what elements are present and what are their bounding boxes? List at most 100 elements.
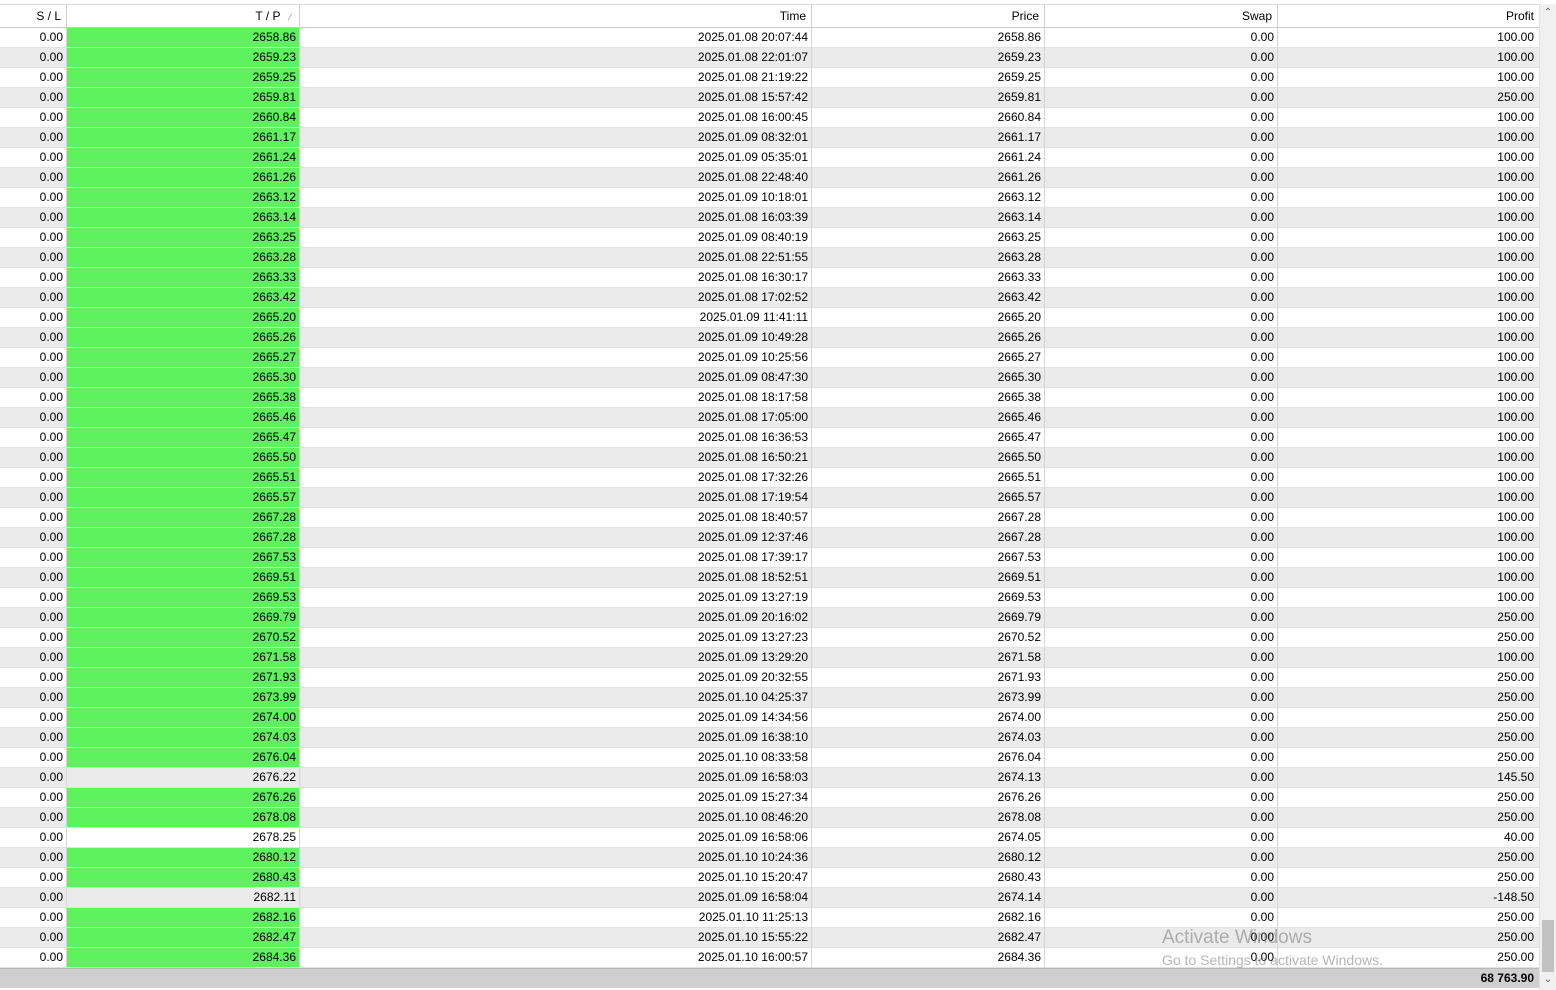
table-row[interactable]: 0.00 2671.58 2025.01.09 13:29:20 2671.58 0.0…: [0, 648, 1539, 668]
table-row[interactable]: 0.00 2665.20 2025.01.09 11:41:11 2665.20 0.0…: [0, 308, 1539, 328]
cell-price: 2665.26: [812, 328, 1045, 347]
table-row[interactable]: 0.00 2665.38 2025.01.08 18:17:58 2665.38 0.0…: [0, 388, 1539, 408]
table-row[interactable]: 0.00 2665.50 2025.01.08 16:50:21 2665.50 0.0…: [0, 448, 1539, 468]
column-header-price[interactable]: Price: [812, 5, 1045, 28]
table-row[interactable]: 0.00 2671.93 2025.01.09 20:32:55 2671.93 0.0…: [0, 668, 1539, 688]
table-row[interactable]: 0.00 2680.12 2025.01.10 10:24:36 2680.12 0.0…: [0, 848, 1539, 868]
table-row[interactable]: 0.00 2674.00 2025.01.09 14:34:56 2674.00 0.0…: [0, 708, 1539, 728]
column-header-tp[interactable]: T / P ⁄: [67, 5, 300, 28]
column-header-sl-label: S / L: [36, 9, 61, 23]
table-row[interactable]: 0.00 2673.99 2025.01.10 04:25:37 2673.99 0.0…: [0, 688, 1539, 708]
cell-swap: 0.00: [1045, 68, 1278, 87]
cell-sl: 0.00: [0, 688, 67, 707]
table-row[interactable]: 0.00 2667.53 2025.01.08 17:39:17 2667.53 0.0…: [0, 548, 1539, 568]
scroll-up-icon[interactable]: ⌃: [1540, 4, 1556, 21]
cell-profit: 250.00: [1497, 730, 1534, 744]
table-row[interactable]: 0.00 2676.04 2025.01.10 08:33:58 2676.04 0.0…: [0, 748, 1539, 768]
table-row[interactable]: 0.00 2682.47 2025.01.10 15:55:22 2682.47 0.0…: [0, 928, 1539, 948]
table-row[interactable]: 0.00 2684.36 2025.01.10 16:00:57 2684.36 0.0…: [0, 948, 1539, 968]
cell-profit: 250.00: [1497, 810, 1534, 824]
cell-swap: 0.00: [1045, 948, 1278, 967]
cell-time: 2025.01.08 17:19:54: [300, 488, 812, 507]
column-header-sl[interactable]: S / L: [0, 5, 67, 28]
cell-profit: 250.00: [1497, 670, 1534, 684]
cell-time: 2025.01.09 13:27:23: [300, 628, 812, 647]
table-row[interactable]: 0.00 2676.22 2025.01.09 16:58:03 2674.13 0.0…: [0, 768, 1539, 788]
table-row[interactable]: 0.00 2663.28 2025.01.08 22:51:55 2663.28 0.0…: [0, 248, 1539, 268]
table-row[interactable]: 0.00 2676.26 2025.01.09 15:27:34 2676.26 0.0…: [0, 788, 1539, 808]
cell-profit: 100.00: [1497, 70, 1534, 84]
cell-sl: 0.00: [0, 368, 67, 387]
table-row[interactable]: 0.00 2665.30 2025.01.09 08:47:30 2665.30 0.0…: [0, 368, 1539, 388]
cell-swap: 0.00: [1045, 468, 1278, 487]
cell-tp: 2665.30: [67, 368, 300, 387]
cell-profit: 100.00: [1497, 430, 1534, 444]
cell-profit: 100.00: [1497, 310, 1534, 324]
cell-price: 2661.17: [812, 128, 1045, 147]
scroll-down-icon[interactable]: ⌄: [1540, 971, 1556, 988]
cell-time: 2025.01.08 18:40:57: [300, 508, 812, 527]
table-row[interactable]: 0.00 2659.23 2025.01.08 22:01:07 2659.23 0.0…: [0, 48, 1539, 68]
column-header-swap[interactable]: Swap: [1045, 5, 1278, 28]
cell-price: 2667.28: [812, 508, 1045, 527]
cell-time: 2025.01.08 17:02:52: [300, 288, 812, 307]
cell-swap: 0.00: [1045, 408, 1278, 427]
table-row[interactable]: 0.00 2658.86 2025.01.08 20:07:44 2658.86 0.0…: [0, 28, 1539, 48]
cell-sl: 0.00: [0, 508, 67, 527]
cell-swap: 0.00: [1045, 28, 1278, 47]
column-header-tp-label: T / P: [255, 9, 281, 23]
table-row[interactable]: 0.00 2682.11 2025.01.09 16:58:04 2674.14 0.0…: [0, 888, 1539, 908]
cell-profit: 250.00: [1497, 90, 1534, 104]
table-row[interactable]: 0.00 2663.12 2025.01.09 10:18:01 2663.12 0.0…: [0, 188, 1539, 208]
table-row[interactable]: 0.00 2665.57 2025.01.08 17:19:54 2665.57 0.0…: [0, 488, 1539, 508]
table-row[interactable]: 0.00 2674.03 2025.01.09 16:38:10 2674.03 0.0…: [0, 728, 1539, 748]
cell-profit: 100.00: [1497, 650, 1534, 664]
table-row[interactable]: 0.00 2661.26 2025.01.08 22:48:40 2661.26 0.0…: [0, 168, 1539, 188]
column-header-profit[interactable]: Profit: [1278, 5, 1539, 28]
cell-tp: 2665.27: [67, 348, 300, 367]
cell-price: 2663.25: [812, 228, 1045, 247]
table-row[interactable]: 0.00 2682.16 2025.01.10 11:25:13 2682.16 0.0…: [0, 908, 1539, 928]
cell-swap: 0.00: [1045, 488, 1278, 507]
table-row[interactable]: 0.00 2678.25 2025.01.09 16:58:06 2674.05 0.0…: [0, 828, 1539, 848]
cell-price: 2682.47: [812, 928, 1045, 947]
cell-tp: 2663.12: [67, 188, 300, 207]
cell-swap: 0.00: [1045, 108, 1278, 127]
table-row[interactable]: 0.00 2659.81 2025.01.08 15:57:42 2659.81 0.0…: [0, 88, 1539, 108]
table-row[interactable]: 0.00 2665.47 2025.01.08 16:36:53 2665.47 0.0…: [0, 428, 1539, 448]
scrollbar-thumb[interactable]: [1542, 920, 1554, 972]
cell-sl: 0.00: [0, 628, 67, 647]
table-row[interactable]: 0.00 2661.17 2025.01.09 08:32:01 2661.17 0.0…: [0, 128, 1539, 148]
table-row[interactable]: 0.00 2665.51 2025.01.08 17:32:26 2665.51 0.0…: [0, 468, 1539, 488]
table-row[interactable]: 0.00 2663.25 2025.01.09 08:40:19 2663.25 0.0…: [0, 228, 1539, 248]
table-row[interactable]: 0.00 2669.51 2025.01.08 18:52:51 2669.51 0.0…: [0, 568, 1539, 588]
cell-time: 2025.01.09 14:34:56: [300, 708, 812, 727]
cell-price: 2663.33: [812, 268, 1045, 287]
table-row[interactable]: 0.00 2660.84 2025.01.08 16:00:45 2660.84 0.0…: [0, 108, 1539, 128]
table-row[interactable]: 0.00 2670.52 2025.01.09 13:27:23 2670.52 0.0…: [0, 628, 1539, 648]
table-row[interactable]: 0.00 2663.14 2025.01.08 16:03:39 2663.14 0.0…: [0, 208, 1539, 228]
cell-tp: 2669.53: [67, 588, 300, 607]
table-row[interactable]: 0.00 2667.28 2025.01.08 18:40:57 2667.28 0.0…: [0, 508, 1539, 528]
table-row[interactable]: 0.00 2667.28 2025.01.09 12:37:46 2667.28 0.0…: [0, 528, 1539, 548]
table-row[interactable]: 0.00 2678.08 2025.01.10 08:46:20 2678.08 0.0…: [0, 808, 1539, 828]
cell-price: 2674.05: [812, 828, 1045, 847]
cell-time: 2025.01.09 10:25:56: [300, 348, 812, 367]
cell-swap: 0.00: [1045, 508, 1278, 527]
cell-swap: 0.00: [1045, 668, 1278, 687]
column-header-time[interactable]: Time: [300, 5, 812, 28]
table-row[interactable]: 0.00 2663.33 2025.01.08 16:30:17 2663.33 0.0…: [0, 268, 1539, 288]
table-row[interactable]: 0.00 2665.27 2025.01.09 10:25:56 2665.27 0.0…: [0, 348, 1539, 368]
cell-swap: 0.00: [1045, 348, 1278, 367]
table-row[interactable]: 0.00 2659.25 2025.01.08 21:19:22 2659.25 0.0…: [0, 68, 1539, 88]
table-row[interactable]: 0.00 2680.43 2025.01.10 15:20:47 2680.43 0.0…: [0, 868, 1539, 888]
table-row[interactable]: 0.00 2661.24 2025.01.09 05:35:01 2661.24 0.0…: [0, 148, 1539, 168]
table-row[interactable]: 0.00 2665.26 2025.01.09 10:49:28 2665.26 0.0…: [0, 328, 1539, 348]
cell-profit: 100.00: [1497, 130, 1534, 144]
table-row[interactable]: 0.00 2669.79 2025.01.09 20:16:02 2669.79 0.0…: [0, 608, 1539, 628]
vertical-scrollbar[interactable]: ⌃ ⌄: [1539, 4, 1556, 990]
table-row[interactable]: 0.00 2669.53 2025.01.09 13:27:19 2669.53 0.0…: [0, 588, 1539, 608]
table-row[interactable]: 0.00 2663.42 2025.01.08 17:02:52 2663.42 0.0…: [0, 288, 1539, 308]
cell-sl: 0.00: [0, 428, 67, 447]
table-row[interactable]: 0.00 2665.46 2025.01.08 17:05:00 2665.46 0.0…: [0, 408, 1539, 428]
